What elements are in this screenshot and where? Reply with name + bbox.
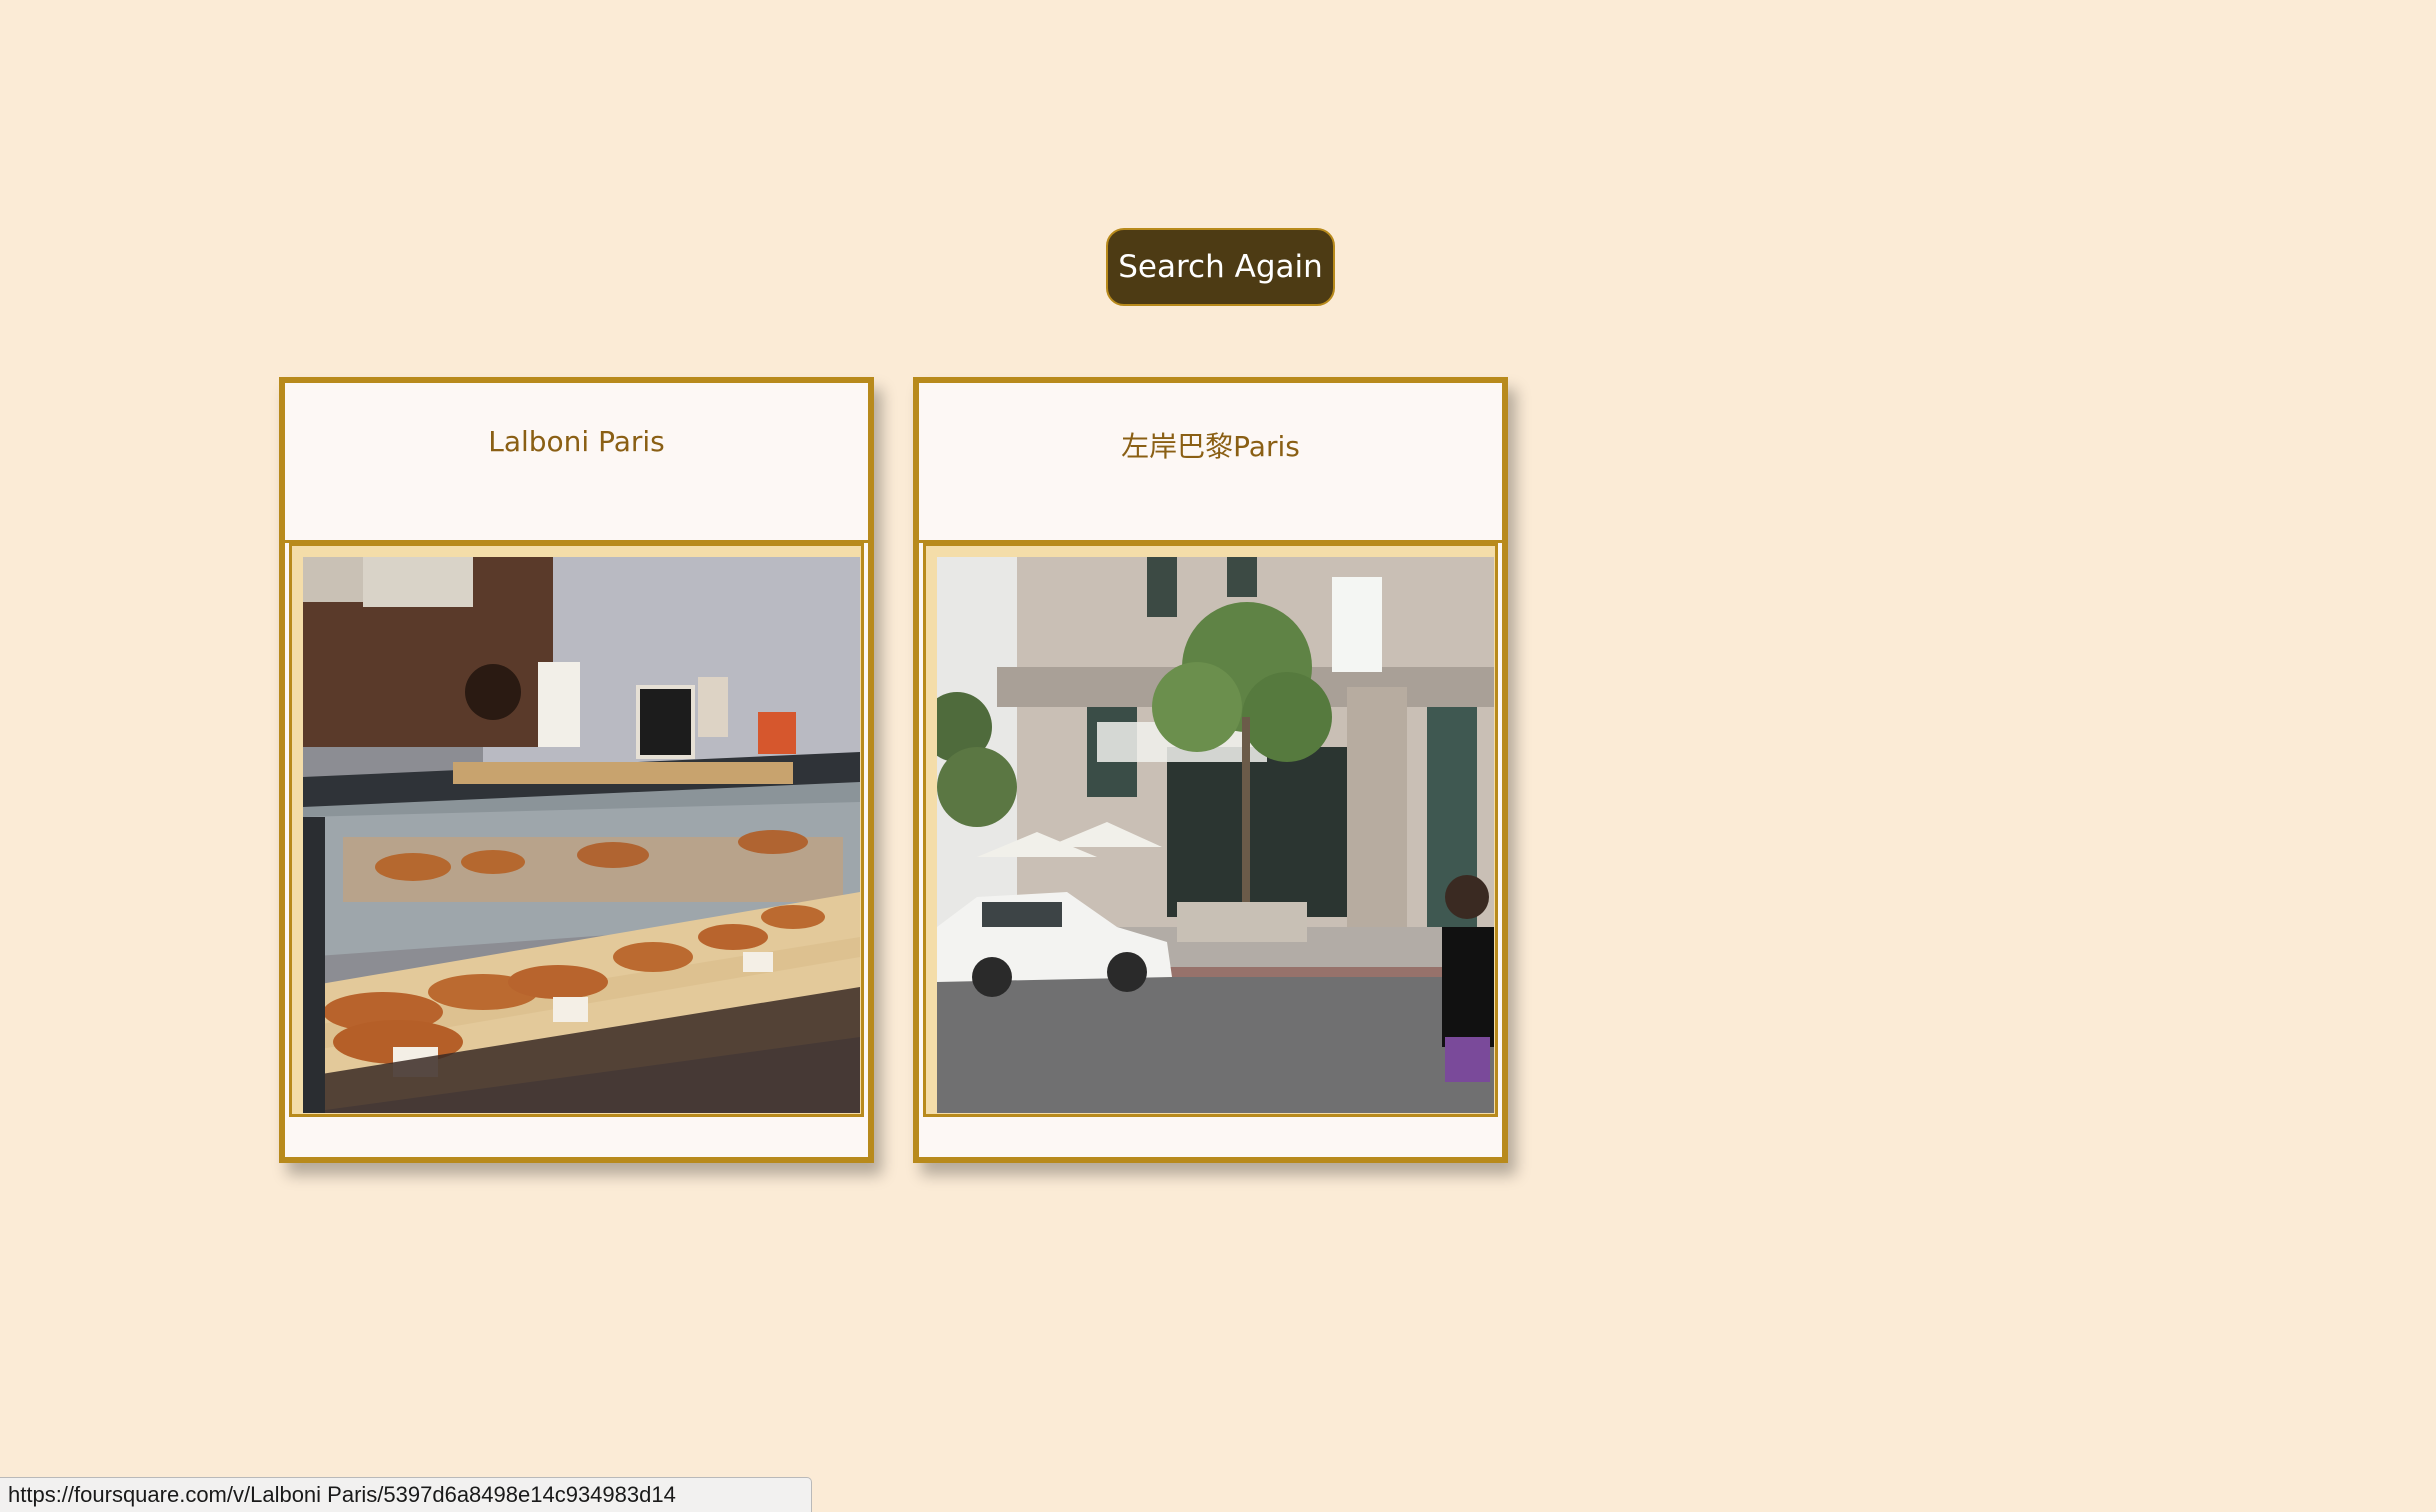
venue-photo-frame xyxy=(289,543,864,1117)
search-again-button[interactable]: Search Again xyxy=(1106,228,1335,306)
storefront-photo xyxy=(937,557,1494,1113)
venue-photo-frame xyxy=(923,543,1498,1117)
status-bar-url: https://foursquare.com/v/Lalboni Paris/5… xyxy=(0,1477,812,1512)
bakery-display-photo xyxy=(303,557,860,1113)
page: Search Again Lalboni Paris 左岸巴黎Paris htt… xyxy=(0,0,2436,1512)
venue-title-text[interactable]: Lalboni Paris xyxy=(488,425,665,540)
venue-card[interactable]: Lalboni Paris xyxy=(279,377,874,1163)
venue-photo[interactable] xyxy=(303,557,860,1113)
venue-title[interactable]: Lalboni Paris xyxy=(285,383,868,543)
venue-card[interactable]: 左岸巴黎Paris xyxy=(913,377,1508,1163)
venue-title-text[interactable]: 左岸巴黎Paris xyxy=(1121,425,1300,540)
venue-title[interactable]: 左岸巴黎Paris xyxy=(919,383,1502,543)
venue-photo[interactable] xyxy=(937,557,1494,1113)
